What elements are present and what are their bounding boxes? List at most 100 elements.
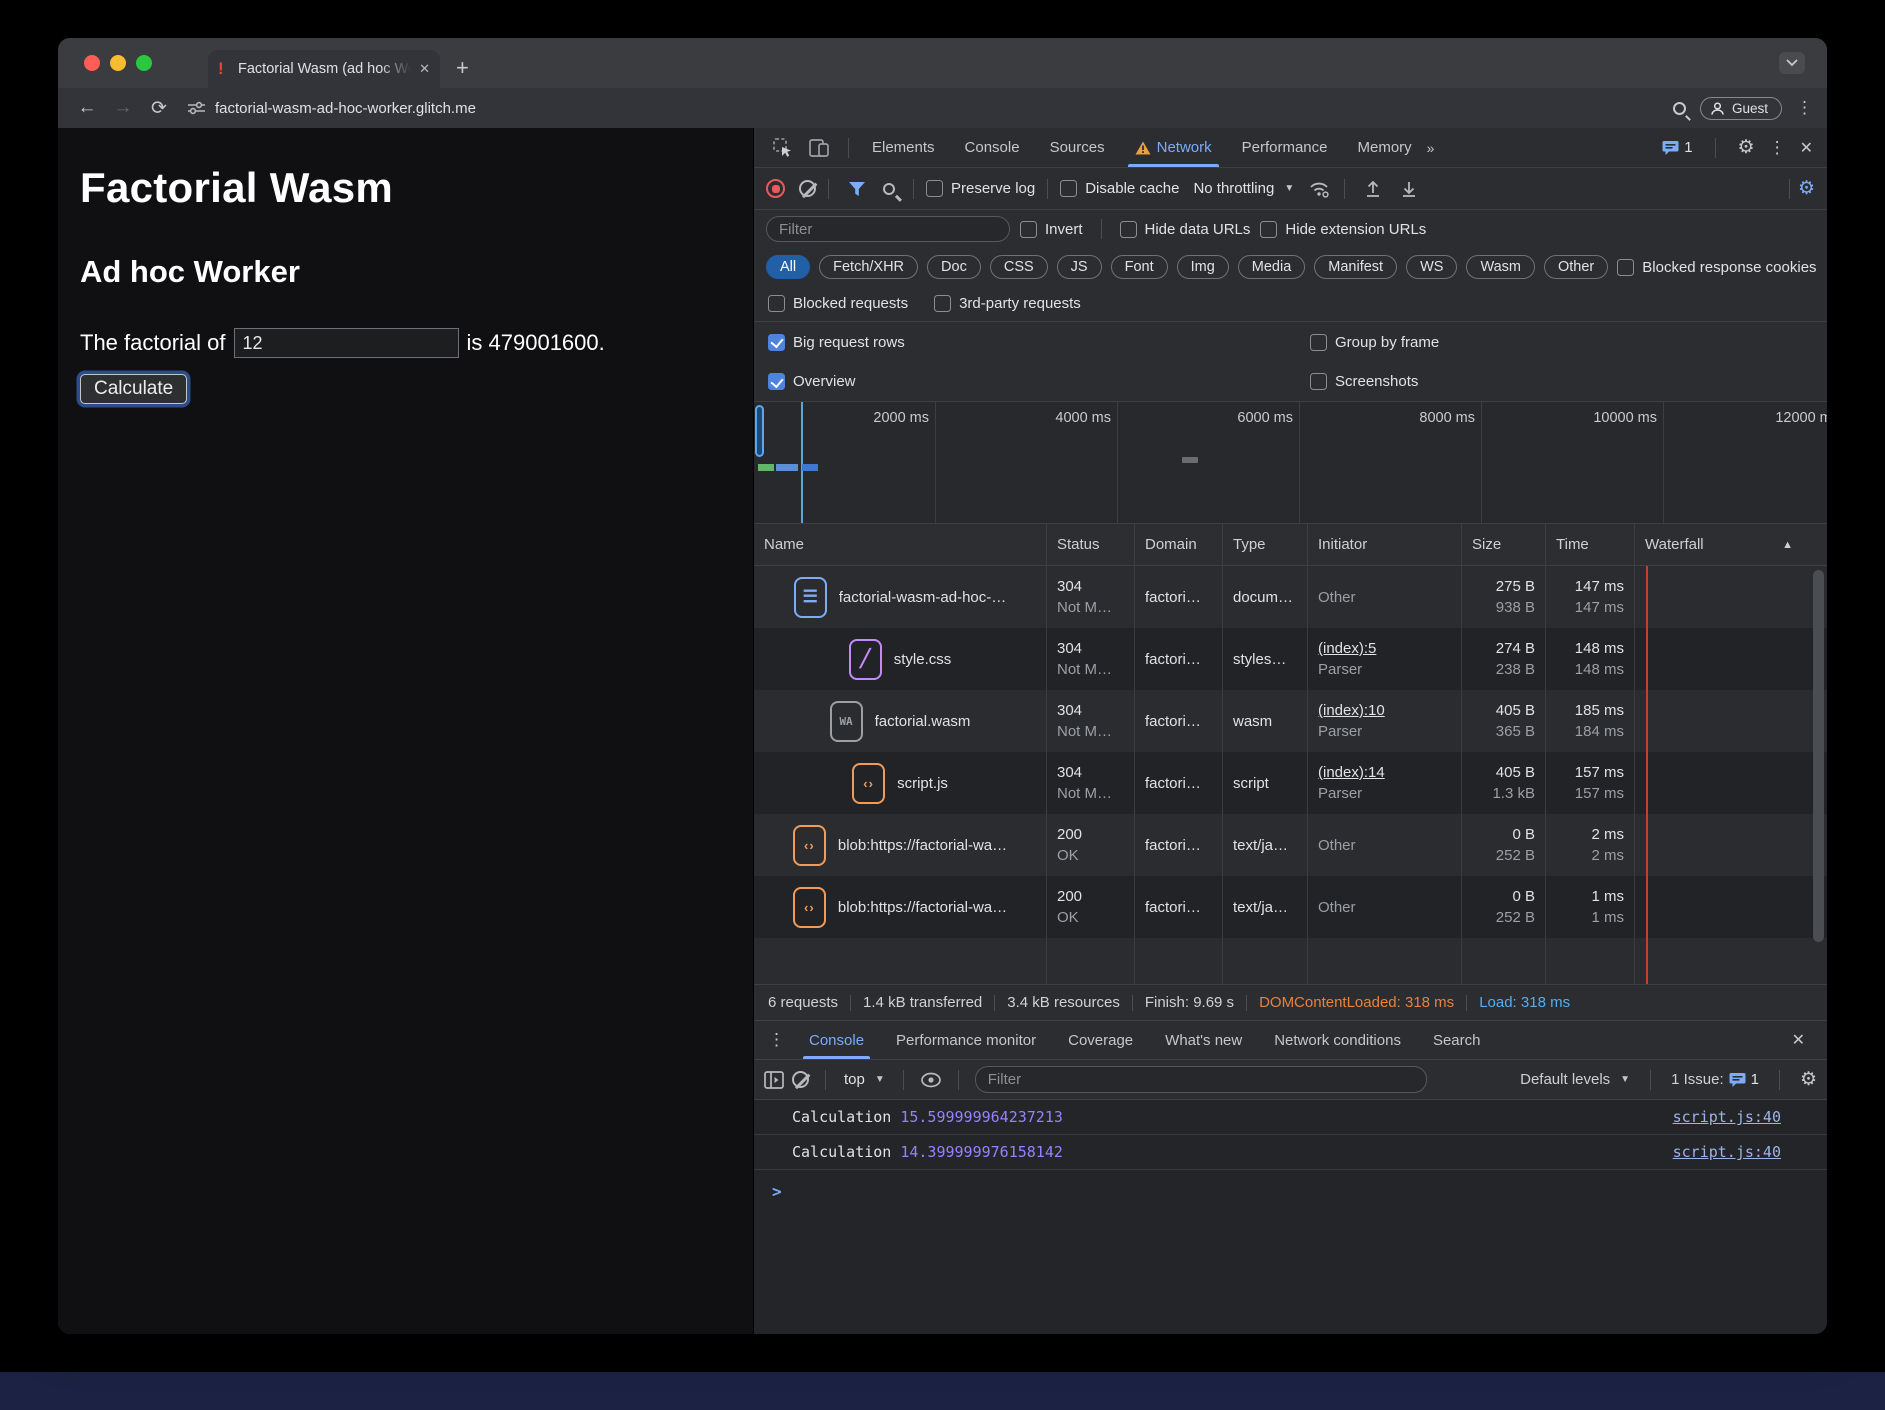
tab-performance[interactable]: Performance	[1227, 128, 1343, 167]
browser-menu-icon[interactable]: ⋮	[1796, 98, 1813, 118]
hide-extension-urls-checkbox[interactable]: Hide extension URLs	[1260, 221, 1426, 238]
table-row[interactable]: ╱style.css 304Not M… factori… styles… (i…	[754, 628, 1827, 690]
tab-network[interactable]: Network	[1120, 128, 1227, 167]
blocked-response-cookies-checkbox[interactable]: Blocked response cookies	[1617, 259, 1822, 276]
window-maximize-button[interactable]	[136, 55, 152, 71]
initiator-link[interactable]: (index):5	[1318, 638, 1451, 659]
tab-close-icon[interactable]: ✕	[419, 61, 430, 77]
network-settings-gear-icon[interactable]: ⚙	[1798, 179, 1815, 198]
table-row[interactable]: ☰factorial-wasm-ad-hoc-… 304Not M… facto…	[754, 566, 1827, 628]
console-message[interactable]: Calculation 15.599999964237213 script.js…	[754, 1100, 1827, 1135]
checkbox-checked[interactable]	[768, 373, 785, 390]
settings-gear-icon[interactable]: ⚙	[1738, 138, 1755, 157]
export-har-icon[interactable]	[1399, 179, 1419, 199]
inspect-icon[interactable]	[772, 137, 794, 159]
window-close-button[interactable]	[84, 55, 100, 71]
checkbox-unchecked[interactable]	[768, 295, 785, 312]
checkbox-unchecked[interactable]	[1060, 180, 1077, 197]
context-dropdown[interactable]: top ▼	[844, 1071, 885, 1088]
site-settings-icon[interactable]	[188, 101, 205, 115]
col-time[interactable]: Time	[1546, 524, 1635, 565]
overview-checkbox[interactable]: Overview	[768, 373, 856, 390]
drawer-close-icon[interactable]: ✕	[1792, 1030, 1805, 1050]
checkbox-checked[interactable]	[768, 334, 785, 351]
drawer-tab-coverage[interactable]: Coverage	[1052, 1021, 1149, 1059]
log-levels-dropdown[interactable]: Default levels ▼	[1520, 1071, 1630, 1088]
table-row[interactable]: WAfactorial.wasm 304Not M… factori… wasm…	[754, 690, 1827, 752]
big-request-rows-checkbox[interactable]: Big request rows	[768, 334, 905, 351]
filter-funnel-icon[interactable]	[847, 180, 867, 198]
initiator-link[interactable]: (index):10	[1318, 700, 1451, 721]
messages-badge[interactable]: 1	[1662, 139, 1692, 156]
chip-css[interactable]: CSS	[990, 255, 1048, 279]
console-message[interactable]: Calculation 14.399999976158142 script.js…	[754, 1135, 1827, 1170]
browser-tab[interactable]: ! Factorial Wasm (ad hoc Work ✕	[208, 50, 440, 88]
new-tab-button[interactable]: +	[456, 55, 469, 81]
chip-other[interactable]: Other	[1544, 255, 1608, 279]
disable-cache-checkbox[interactable]: Disable cache	[1060, 180, 1179, 197]
search-icon[interactable]	[883, 183, 895, 195]
source-link[interactable]: script.js:40	[1673, 1108, 1781, 1126]
factorial-input[interactable]	[234, 328, 459, 358]
forward-icon[interactable]: →	[108, 97, 138, 119]
checkbox-unchecked[interactable]	[926, 180, 943, 197]
tab-search-chevron-icon[interactable]	[1779, 52, 1805, 74]
checkbox-unchecked[interactable]	[1617, 259, 1634, 276]
reload-icon[interactable]: ⟳	[144, 97, 174, 120]
table-scrollbar[interactable]	[1813, 570, 1824, 942]
console-sidebar-icon[interactable]	[764, 1071, 784, 1089]
drawer-menu-icon[interactable]: ⋮	[768, 1030, 785, 1050]
col-initiator[interactable]: Initiator	[1308, 524, 1462, 565]
hide-data-urls-checkbox[interactable]: Hide data URLs	[1120, 221, 1251, 238]
chip-all[interactable]: All	[766, 255, 810, 279]
blocked-requests-checkbox[interactable]: Blocked requests	[768, 295, 908, 312]
chip-img[interactable]: Img	[1177, 255, 1229, 279]
table-row[interactable]: ‹›blob:https://factorial-wa… 200OK facto…	[754, 814, 1827, 876]
back-icon[interactable]: ←	[72, 97, 102, 119]
third-party-requests-checkbox[interactable]: 3rd-party requests	[934, 295, 1081, 312]
drawer-tab-search[interactable]: Search	[1417, 1021, 1497, 1059]
drawer-tab-performance-monitor[interactable]: Performance monitor	[880, 1021, 1052, 1059]
live-expression-eye-icon[interactable]	[920, 1071, 942, 1089]
col-status[interactable]: Status	[1047, 524, 1135, 565]
timeline-selection-handle[interactable]	[755, 405, 764, 457]
console-filter-input[interactable]	[975, 1066, 1427, 1093]
network-filter-input[interactable]	[766, 216, 1010, 242]
throttling-dropdown[interactable]: No throttling ▼	[1193, 180, 1294, 197]
devtools-close-icon[interactable]: ✕	[1800, 138, 1813, 158]
col-size[interactable]: Size	[1462, 524, 1546, 565]
col-name[interactable]: Name	[754, 524, 1047, 565]
chip-manifest[interactable]: Manifest	[1314, 255, 1397, 279]
record-icon[interactable]	[766, 179, 785, 198]
zoom-icon[interactable]	[1673, 102, 1686, 115]
chip-font[interactable]: Font	[1111, 255, 1168, 279]
table-row[interactable]: ‹›script.js 304Not M… factori… script (i…	[754, 752, 1827, 814]
calculate-button[interactable]: Calculate	[80, 374, 187, 404]
tab-elements[interactable]: Elements	[857, 128, 950, 167]
device-toolbar-icon[interactable]	[808, 137, 832, 159]
drawer-tab-console[interactable]: Console	[793, 1021, 880, 1059]
tab-console[interactable]: Console	[950, 128, 1035, 167]
import-har-icon[interactable]	[1363, 179, 1383, 199]
console-prompt-icon[interactable]: >	[754, 1170, 1827, 1201]
table-row[interactable]: ‹›blob:https://factorial-wa… 200OK facto…	[754, 876, 1827, 938]
console-settings-gear-icon[interactable]: ⚙	[1800, 1070, 1817, 1089]
window-minimize-button[interactable]	[110, 55, 126, 71]
preserve-log-checkbox[interactable]: Preserve log	[926, 180, 1035, 197]
network-conditions-icon[interactable]	[1308, 179, 1332, 199]
initiator-link[interactable]: (index):14	[1318, 762, 1451, 783]
col-type[interactable]: Type	[1223, 524, 1308, 565]
more-tabs-icon[interactable]: »	[1427, 140, 1433, 156]
profile-button[interactable]: Guest	[1700, 97, 1782, 120]
chip-doc[interactable]: Doc	[927, 255, 981, 279]
clear-console-icon[interactable]	[792, 1071, 809, 1088]
chip-fetch-xhr[interactable]: Fetch/XHR	[819, 255, 918, 279]
group-by-frame-checkbox[interactable]: Group by frame	[1310, 334, 1439, 351]
drawer-tab-network-conditions[interactable]: Network conditions	[1258, 1021, 1417, 1059]
screenshots-checkbox[interactable]: Screenshots	[1310, 373, 1418, 390]
checkbox-unchecked[interactable]	[1260, 221, 1277, 238]
network-overview-timeline[interactable]: 2000 ms 4000 ms 6000 ms 8000 ms 10000 ms…	[754, 402, 1827, 524]
source-link[interactable]: script.js:40	[1673, 1143, 1781, 1161]
tab-sources[interactable]: Sources	[1035, 128, 1120, 167]
checkbox-unchecked[interactable]	[1020, 221, 1037, 238]
